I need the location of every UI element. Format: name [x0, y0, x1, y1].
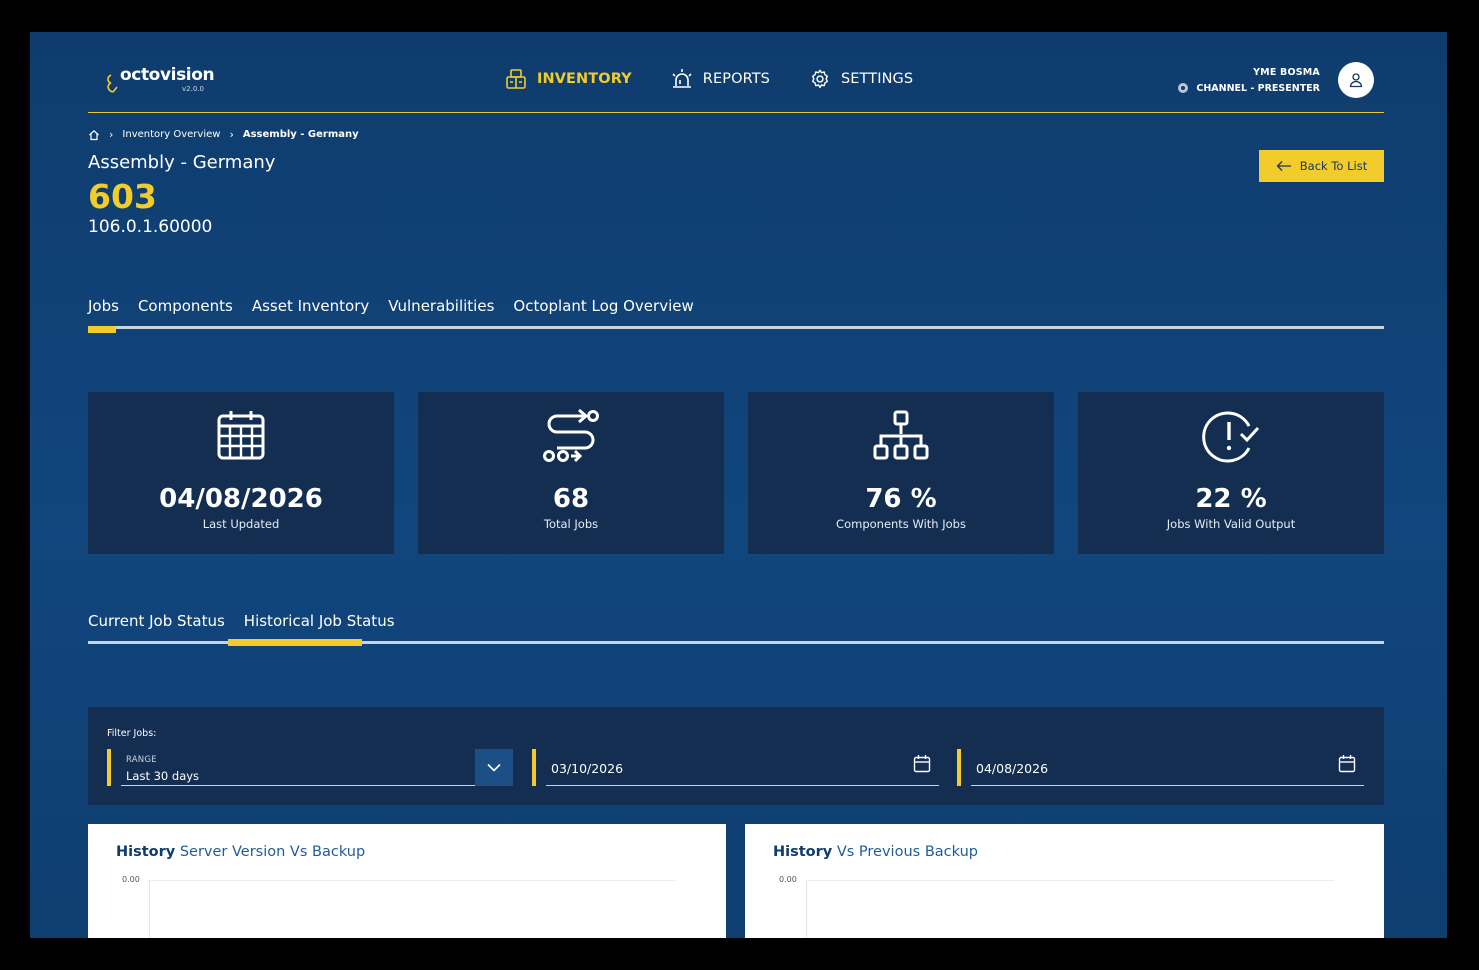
filter-panel: Filter Jobs: RANGE Last 30 days 03/10/20… — [88, 707, 1384, 805]
tabs-divider — [88, 326, 1384, 329]
chart-y-axis — [806, 881, 807, 938]
clock-alert-check-icon — [1202, 411, 1260, 463]
main-tabs: Jobs Components Asset Inventory Vulnerab… — [88, 297, 1384, 333]
filter-title: Filter Jobs: — [107, 728, 157, 739]
stats-row: 04/08/2026 Last Updated 68 Total Jobs 76… — [88, 392, 1384, 554]
chart-title-bold: History — [116, 844, 176, 860]
stat-label: Last Updated — [202, 517, 280, 531]
gear-icon — [811, 69, 829, 89]
logo-text: octovision — [120, 65, 215, 85]
breadcrumb-current: Assembly - Germany — [242, 129, 359, 140]
nav-reports-label: REPORTS — [702, 71, 770, 87]
tab-octoplant-log-overview[interactable]: Octoplant Log Overview — [513, 297, 693, 315]
y-axis-tick: 0.00 — [122, 875, 140, 884]
inventory-boxes-icon — [506, 69, 526, 89]
asset-id: 603 — [88, 177, 157, 216]
user-name: YME BOSMA — [1253, 66, 1320, 78]
chart-title: History Server Version Vs Backup — [116, 844, 365, 860]
tab-vulnerabilities[interactable]: Vulnerabilities — [388, 297, 494, 315]
range-value: Last 30 days — [126, 769, 200, 783]
stat-label: Total Jobs — [543, 517, 599, 531]
back-to-list-label: Back To List — [1299, 159, 1368, 173]
stat-card-valid-output: 22 % Jobs With Valid Output — [1078, 392, 1384, 554]
chevron-right-icon: › — [229, 128, 234, 141]
chart-card-vs-previous-backup: History Vs Previous Backup 0.00 — [745, 824, 1384, 938]
range-label: RANGE — [126, 755, 157, 765]
chevron-right-icon: › — [109, 128, 114, 141]
calendar-icon[interactable] — [1338, 754, 1356, 774]
chart-card-server-version-vs-backup: History Server Version Vs Backup 0.00 — [88, 824, 726, 938]
user-role: CHANNEL - PRESENTER — [1178, 83, 1320, 94]
stat-value: 22 % — [1195, 484, 1267, 514]
chart-gridline — [148, 880, 676, 881]
chart-gridline — [805, 880, 1334, 881]
job-status-tabs: Current Job Status Historical Job Status — [88, 612, 1384, 646]
nav-settings[interactable]: SETTINGS — [808, 68, 913, 90]
field-accent-bar — [957, 749, 961, 786]
tab-current-job-status[interactable]: Current Job Status — [88, 612, 225, 630]
date-to-field[interactable]: 04/08/2026 — [957, 749, 1364, 786]
tab-components[interactable]: Components — [138, 297, 233, 315]
nav-settings-label: SETTINGS — [840, 71, 914, 87]
stat-card-last-updated: 04/08/2026 Last Updated — [88, 392, 394, 554]
chart-title-bold: History — [773, 844, 833, 860]
field-accent-bar — [532, 749, 536, 786]
avatar[interactable] — [1338, 62, 1374, 98]
active-tab-indicator — [88, 326, 116, 333]
range-dropdown-button[interactable] — [475, 749, 513, 786]
date-from-value: 03/10/2026 — [551, 761, 624, 776]
back-to-list-button[interactable]: Back To List — [1259, 150, 1384, 182]
tab-asset-inventory[interactable]: Asset Inventory — [252, 297, 369, 315]
main-nav: INVENTORY REPORTS SETTINGS — [504, 68, 913, 90]
logo-version: v2.0.0 — [182, 85, 204, 93]
logo[interactable]: octovision v2.0.0 — [104, 65, 215, 95]
nav-inventory[interactable]: INVENTORY — [504, 68, 632, 90]
hierarchy-icon — [873, 410, 929, 460]
stat-value: 68 — [552, 484, 590, 514]
stat-card-total-jobs: 68 Total Jobs — [418, 392, 724, 554]
range-select[interactable]: RANGE Last 30 days — [107, 749, 513, 786]
nav-reports[interactable]: REPORTS — [670, 68, 770, 90]
chart-title: History Vs Previous Backup — [773, 844, 978, 860]
arrow-left-icon — [1276, 161, 1291, 171]
field-underline — [546, 785, 939, 786]
field-accent-bar — [107, 749, 111, 786]
top-header: octovision v2.0.0 INVENTORY REPORTS SETT… — [88, 32, 1384, 113]
date-to-value: 04/08/2026 — [976, 761, 1049, 776]
logo-mark-icon — [107, 74, 118, 93]
date-from-field[interactable]: 03/10/2026 — [532, 749, 939, 786]
home-icon[interactable] — [88, 129, 100, 141]
page-title: Assembly - Germany — [88, 152, 276, 173]
stat-label: Jobs With Valid Output — [1166, 517, 1296, 531]
chart-title-rest: Vs Previous Backup — [832, 844, 978, 860]
role-icon — [1178, 83, 1189, 93]
stat-value: 04/08/2026 — [159, 484, 323, 514]
siren-icon — [672, 69, 692, 88]
stat-card-components-with-jobs: 76 % Components With Jobs — [748, 392, 1054, 554]
calendar-icon[interactable] — [913, 754, 931, 774]
breadcrumb: › Inventory Overview › Assembly - German… — [88, 128, 359, 141]
user-role-label: CHANNEL - PRESENTER — [1196, 82, 1320, 94]
stat-label: Components With Jobs — [836, 517, 966, 531]
route-icon — [543, 408, 599, 463]
user-icon — [1349, 73, 1363, 88]
nav-inventory-label: INVENTORY — [537, 71, 632, 87]
tab-jobs[interactable]: Jobs — [88, 297, 119, 315]
breadcrumb-inventory-overview[interactable]: Inventory Overview — [122, 129, 220, 140]
stat-value: 76 % — [865, 484, 937, 514]
tab-historical-job-status[interactable]: Historical Job Status — [244, 612, 395, 630]
chart-title-rest: Server Version Vs Backup — [175, 844, 366, 860]
field-underline — [121, 785, 475, 786]
calendar-icon — [217, 411, 265, 460]
chart-y-axis — [149, 881, 150, 938]
chevron-down-icon — [487, 763, 501, 772]
field-underline — [971, 785, 1364, 786]
active-tab-indicator — [228, 639, 362, 646]
y-axis-tick: 0.00 — [779, 875, 797, 884]
user-menu[interactable]: YME BOSMA CHANNEL - PRESENTER — [1178, 62, 1374, 98]
app-window: octovision v2.0.0 INVENTORY REPORTS SETT… — [30, 32, 1447, 938]
asset-version: 106.0.1.60000 — [88, 217, 213, 237]
